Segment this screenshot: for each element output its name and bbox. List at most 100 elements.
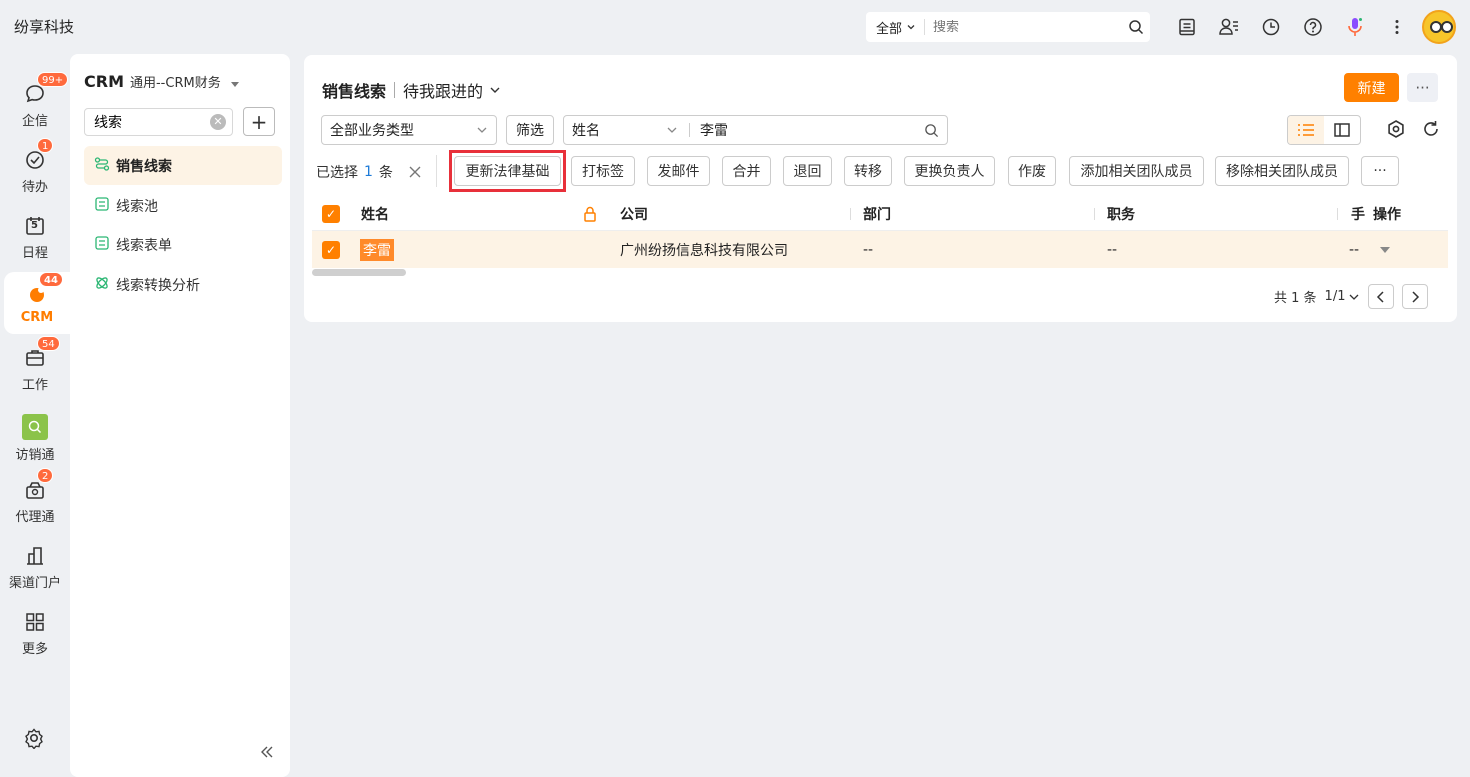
lead-name: 李雷: [360, 238, 394, 261]
main-panel: 销售线索 待我跟进的 新建 ··· 全部业务类型 筛选 姓名 李雷 已选择 1: [304, 55, 1457, 322]
page-select[interactable]: 1/1: [1325, 289, 1361, 304]
left-nav: 99+ 企信 1 待办 5 日程 44 CRM 54 工作 访销通 2 代理通 …: [0, 54, 70, 777]
select-all-checkbox[interactable]: ✓: [322, 198, 340, 230]
notes-icon[interactable]: [1174, 14, 1200, 40]
visit-icon: [22, 413, 48, 440]
nav-todo[interactable]: 1 待办: [0, 137, 70, 202]
horizontal-scrollbar[interactable]: [312, 269, 406, 276]
title-divider: [394, 82, 396, 98]
user-avatar[interactable]: [1422, 10, 1456, 44]
sidebar-item-label: 线索表单: [116, 237, 172, 254]
field-value-input[interactable]: 李雷: [700, 120, 728, 140]
nav-agent[interactable]: 2 代理通: [0, 467, 70, 532]
lead-name-link[interactable]: 李雷: [360, 231, 394, 268]
pool-icon: [94, 196, 110, 216]
row-action-dropdown-icon[interactable]: [1379, 231, 1391, 268]
tag-button[interactable]: 打标签: [571, 156, 635, 186]
add-team-member-button[interactable]: 添加相关团队成员: [1069, 156, 1204, 186]
collapse-sidebar-icon[interactable]: [260, 744, 274, 763]
nav-crm[interactable]: 44 CRM: [4, 271, 70, 334]
list-settings-icon[interactable]: [1386, 119, 1406, 143]
search-input[interactable]: [925, 19, 1122, 35]
cell-phone: --: [1349, 241, 1360, 258]
search-icon[interactable]: [1122, 19, 1150, 35]
column-divider: [1094, 208, 1095, 220]
clear-icon[interactable]: ✕: [210, 114, 226, 130]
remove-team-member-button[interactable]: 移除相关团队成员: [1215, 156, 1349, 186]
total-count: 共 1 条: [1274, 291, 1317, 306]
help-icon[interactable]: [1300, 14, 1326, 40]
calendar-date: 5: [31, 219, 38, 231]
filter-button[interactable]: 筛选: [506, 115, 554, 145]
nav-qixin[interactable]: 99+ 企信: [0, 71, 70, 136]
col-position[interactable]: 职务: [1107, 198, 1135, 230]
next-page-button[interactable]: [1402, 284, 1429, 309]
search-icon[interactable]: [924, 123, 939, 138]
chevron-down-icon: [907, 25, 915, 30]
field-select[interactable]: 姓名: [572, 120, 668, 140]
transfer-button[interactable]: 转移: [844, 156, 892, 186]
col-phone[interactable]: 手: [1351, 198, 1365, 230]
invalidate-button[interactable]: 作废: [1008, 156, 1056, 186]
crm-app-switcher[interactable]: CRM 通用--CRM财务: [84, 72, 239, 91]
chevron-down-icon: [667, 127, 677, 133]
clear-selection-icon[interactable]: [409, 166, 421, 178]
row-checkbox[interactable]: ✓: [322, 231, 340, 268]
record-type-select[interactable]: 全部业务类型: [321, 115, 497, 145]
more-actions-button[interactable]: ···: [1361, 156, 1399, 186]
chevron-right-icon: [1412, 290, 1420, 303]
leads-table: ✓ 姓名 公司 部门 职务 手 操作 ✓ 李雷 广州纷扬信息科技有限公司 -- …: [312, 198, 1448, 268]
table-row[interactable]: ✓ 李雷 广州纷扬信息科技有限公司 -- -- --: [312, 231, 1448, 268]
badge: 1: [37, 137, 54, 153]
nav-schedule[interactable]: 5 日程: [0, 206, 70, 268]
nav-work[interactable]: 54 工作: [0, 335, 70, 400]
chevron-left-icon: [1377, 290, 1384, 303]
nav-more[interactable]: 更多: [0, 602, 70, 664]
caret-down-icon: [230, 82, 239, 87]
change-owner-button[interactable]: 更换负责人: [904, 156, 995, 186]
sidebar-search[interactable]: ✕: [84, 108, 233, 136]
table-header: ✓ 姓名 公司 部门 职务 手 操作: [312, 198, 1448, 231]
chevron-down-icon: [490, 87, 500, 93]
send-email-button[interactable]: 发邮件: [647, 156, 710, 186]
search-scope-dropdown[interactable]: 全部: [866, 19, 926, 37]
new-button[interactable]: 新建: [1344, 73, 1399, 102]
sidebar-item-lead-pool[interactable]: 线索池: [84, 186, 282, 225]
selection-summary: 已选择 1 条: [316, 162, 421, 182]
sidebar-item-lead-form[interactable]: 线索表单: [84, 225, 282, 264]
col-name[interactable]: 姓名: [361, 198, 389, 230]
refresh-icon[interactable]: [1421, 119, 1441, 143]
sidebar-search-input[interactable]: [94, 114, 204, 130]
more-options-button[interactable]: ···: [1407, 73, 1438, 102]
col-department[interactable]: 部门: [863, 198, 891, 230]
view-label: 待我跟进的: [403, 82, 484, 101]
list-view-icon[interactable]: [1288, 116, 1324, 144]
top-bar: 纷享科技 全部: [0, 0, 1470, 54]
field-search[interactable]: 姓名 李雷: [563, 115, 948, 145]
sidebar-item-sales-leads[interactable]: 销售线索: [84, 146, 282, 185]
nav-channel[interactable]: 渠道门户: [0, 536, 70, 598]
settings-gear-icon[interactable]: [23, 727, 45, 753]
merge-button[interactable]: 合并: [722, 156, 771, 186]
microphone-icon[interactable]: [1342, 14, 1368, 40]
split-view-icon[interactable]: [1324, 116, 1360, 144]
more-vertical-icon[interactable]: [1384, 14, 1410, 40]
global-search[interactable]: 全部: [866, 12, 1150, 42]
return-button[interactable]: 退回: [783, 156, 832, 186]
add-button[interactable]: +: [243, 107, 275, 136]
view-switcher[interactable]: 待我跟进的: [403, 78, 501, 102]
clock-icon[interactable]: [1258, 14, 1284, 40]
nav-label: 渠道门户: [8, 575, 61, 591]
nav-label: 代理通: [15, 509, 55, 525]
col-company[interactable]: 公司: [620, 198, 648, 230]
sidebar-item-label: 线索池: [116, 198, 158, 215]
page-indicator: 1/1: [1324, 289, 1346, 304]
column-divider: [850, 208, 851, 220]
sidebar-item-lead-analysis[interactable]: 线索转换分析: [84, 265, 282, 304]
prev-page-button[interactable]: [1368, 284, 1395, 309]
form-icon: [94, 235, 110, 255]
contacts-icon[interactable]: [1216, 14, 1242, 40]
cell-department: --: [863, 241, 874, 258]
selection-count: 1: [364, 164, 373, 180]
nav-visit[interactable]: 访销通: [0, 407, 70, 469]
